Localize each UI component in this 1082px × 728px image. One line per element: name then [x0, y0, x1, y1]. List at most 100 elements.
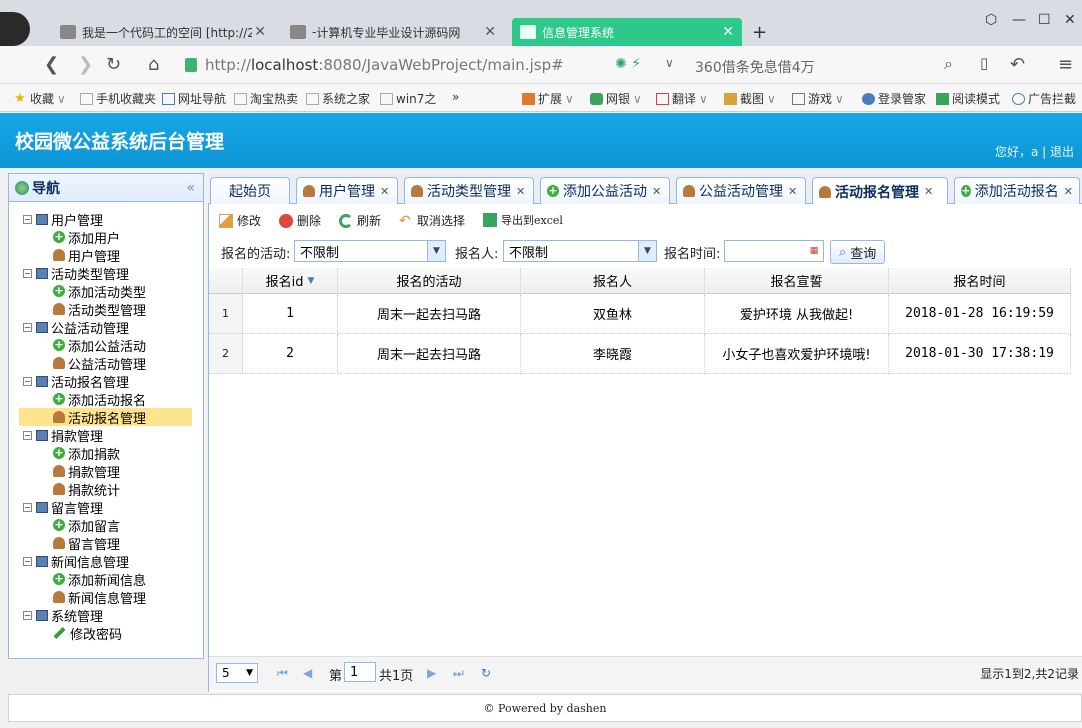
table-cell[interactable]: 小女子也喜欢爱护环境哦! — [705, 334, 889, 374]
prev-page-icon[interactable]: ◀ — [303, 666, 312, 680]
screenshot-button[interactable]: 截图 ∨ — [724, 90, 776, 107]
close-icon[interactable]: ✕ — [788, 185, 797, 198]
column-header[interactable]: 报名的活动 — [338, 268, 521, 294]
browser-tab-2[interactable]: - 计算机专业毕业设计源码网 ✕ — [282, 18, 504, 46]
bookmark-item[interactable]: 淘宝热卖 — [234, 90, 298, 107]
column-header[interactable]: 报名id ▼ — [243, 268, 338, 294]
query-button[interactable]: ⌕ 查询 — [830, 240, 886, 264]
next-page-icon[interactable]: ▶ — [427, 666, 436, 680]
close-window-icon[interactable]: ✕ — [1064, 12, 1076, 28]
page-size-select[interactable]: 5 ▼ — [216, 663, 258, 683]
games-button[interactable]: 游戏 ∨ — [792, 90, 844, 107]
bookmark-item[interactable]: ★ 收藏 ∨ — [14, 90, 66, 107]
chevron-down-icon[interactable]: ▼ — [427, 241, 445, 261]
tree-item[interactable]: + 添加公益活动 — [53, 336, 146, 355]
tab-signup-management[interactable]: 活动报名管理 ✕ — [812, 177, 948, 205]
close-icon[interactable]: ✕ — [652, 185, 661, 198]
tree-item[interactable]: + 添加新闻信息 — [53, 570, 146, 589]
table-cell[interactable]: 爱护环境 从我做起! — [705, 294, 889, 334]
bookmark-item[interactable]: 手机收藏夹 — [80, 90, 156, 107]
collapse-toggle-icon[interactable]: − — [23, 556, 32, 566]
chevron-down-icon[interactable]: ▼ — [638, 241, 656, 261]
tree-item[interactable]: 新闻信息管理 — [53, 588, 146, 607]
edit-button[interactable]: 修改 — [219, 212, 261, 229]
table-cell[interactable]: 2018-01-28 16:19:59 — [889, 294, 1071, 334]
tree-group-signup[interactable]: − 活动报名管理 — [23, 372, 129, 391]
collapse-toggle-icon[interactable]: − — [23, 376, 32, 386]
column-header[interactable]: 报名宣誓 — [705, 268, 889, 294]
bookmark-item[interactable]: win7之 — [380, 90, 436, 107]
greeting-logout[interactable]: 您好，a | 退出 — [995, 143, 1074, 160]
person-filter-select[interactable]: 不限制 ▼ — [503, 240, 657, 262]
tree-item[interactable]: 活动类型管理 — [53, 300, 146, 319]
dropdown-icon[interactable]: ∨ — [665, 56, 674, 70]
close-icon[interactable]: ✕ — [380, 185, 389, 198]
tree-group-message[interactable]: − 留言管理 — [23, 498, 103, 517]
collapse-toggle-icon[interactable]: − — [23, 610, 32, 620]
speed-icon[interactable]: ✺ ⚡ — [615, 56, 641, 72]
tree-group-charity[interactable]: − 公益活动管理 — [23, 318, 129, 337]
translate-button[interactable]: 翻译 ∨ — [656, 90, 708, 107]
browser-logo-icon[interactable] — [0, 12, 30, 46]
calendar-icon[interactable]: ▦ — [805, 241, 823, 261]
new-tab-button[interactable]: + — [752, 22, 767, 43]
close-icon[interactable]: ✕ — [722, 24, 734, 40]
table-cell[interactable]: 1 — [243, 294, 338, 334]
skin-icon[interactable]: ⬡ — [985, 12, 997, 28]
table-cell[interactable]: 双鱼林 — [521, 294, 705, 334]
tree-group-news[interactable]: − 新闻信息管理 — [23, 552, 129, 571]
search-icon[interactable]: ⌕ — [944, 54, 953, 74]
phone-icon[interactable]: ▯ — [980, 54, 988, 72]
tree-item[interactable]: + 添加捐款 — [53, 444, 120, 463]
table-cell[interactable]: 2 — [243, 334, 338, 374]
tree-item[interactable]: 留言管理 — [53, 534, 120, 553]
tab-user-management[interactable]: 用户管理 ✕ — [296, 177, 398, 204]
tree-item[interactable]: + 添加活动报名 — [53, 390, 146, 409]
close-icon[interactable]: ✕ — [1064, 185, 1073, 198]
tree-item[interactable]: 捐款统计 — [53, 480, 120, 499]
column-header[interactable]: 报名人 — [521, 268, 705, 294]
extensions-button[interactable]: 扩展 ∨ — [522, 90, 574, 107]
time-filter-input[interactable]: ▦ — [724, 240, 824, 262]
page-number-input[interactable]: 1 — [344, 662, 376, 682]
tab-add-charity[interactable]: + 添加公益活动 ✕ — [540, 177, 670, 204]
undo-icon[interactable]: ↶ — [1010, 54, 1025, 75]
tree-group-activity-type[interactable]: − 活动类型管理 — [23, 264, 129, 283]
bank-button[interactable]: 网银 ∨ — [590, 90, 642, 107]
close-icon[interactable]: ✕ — [254, 24, 266, 40]
ad-link[interactable]: 360借条免息借4万 — [695, 57, 815, 77]
tree-item[interactable]: 捐款管理 — [53, 462, 120, 481]
forward-icon[interactable]: ❯ — [78, 54, 93, 75]
more-bookmarks-button[interactable]: » — [452, 90, 459, 104]
tree-group-user[interactable]: − 用户管理 — [23, 210, 103, 229]
close-icon[interactable]: ✕ — [516, 185, 525, 198]
collapse-toggle-icon[interactable]: − — [23, 322, 32, 332]
first-page-icon[interactable]: ⏮ — [277, 666, 288, 681]
tree-item[interactable]: + 添加留言 — [53, 516, 120, 535]
browser-tab-1[interactable]: 我是一个代码工的空间 [http://2 ✕ — [52, 18, 274, 46]
tree-group-donation[interactable]: − 捐款管理 — [23, 426, 103, 445]
reload-icon[interactable]: ↻ — [106, 54, 121, 75]
close-icon[interactable]: ✕ — [924, 185, 933, 198]
tree-group-system[interactable]: − 系统管理 — [23, 606, 103, 625]
bookmark-item[interactable]: 网址导航 — [162, 90, 226, 107]
tree-item[interactable]: + 添加用户 — [53, 228, 120, 247]
adblock-button[interactable]: 广告拦截 — [1012, 90, 1076, 107]
browser-tab-3[interactable]: 信息管理系统 ✕ — [512, 18, 742, 46]
table-cell[interactable]: 李晓霞 — [521, 334, 705, 374]
tree-item[interactable]: 修改密码 — [53, 624, 122, 643]
reading-mode-button[interactable]: 阅读模式 — [936, 90, 1000, 107]
activity-filter-select[interactable]: 不限制 ▼ — [294, 240, 446, 262]
last-page-icon[interactable]: ⏭ — [453, 666, 464, 681]
table-cell[interactable]: 2018-01-30 17:38:19 — [889, 334, 1071, 374]
collapse-icon[interactable]: « — [186, 180, 195, 196]
collapse-toggle-icon[interactable]: − — [23, 214, 32, 224]
tree-item[interactable]: 用户管理 — [53, 246, 120, 265]
collapse-toggle-icon[interactable]: − — [23, 268, 32, 278]
tab-activity-type[interactable]: 活动类型管理 ✕ — [404, 177, 534, 204]
refresh-icon[interactable]: ↻ — [481, 666, 491, 680]
back-icon[interactable]: ❮ — [44, 54, 59, 75]
tree-item[interactable]: 公益活动管理 — [53, 354, 146, 373]
tree-item-selected[interactable]: 活动报名管理 — [19, 408, 192, 427]
column-header[interactable]: 报名时间 — [889, 268, 1071, 294]
